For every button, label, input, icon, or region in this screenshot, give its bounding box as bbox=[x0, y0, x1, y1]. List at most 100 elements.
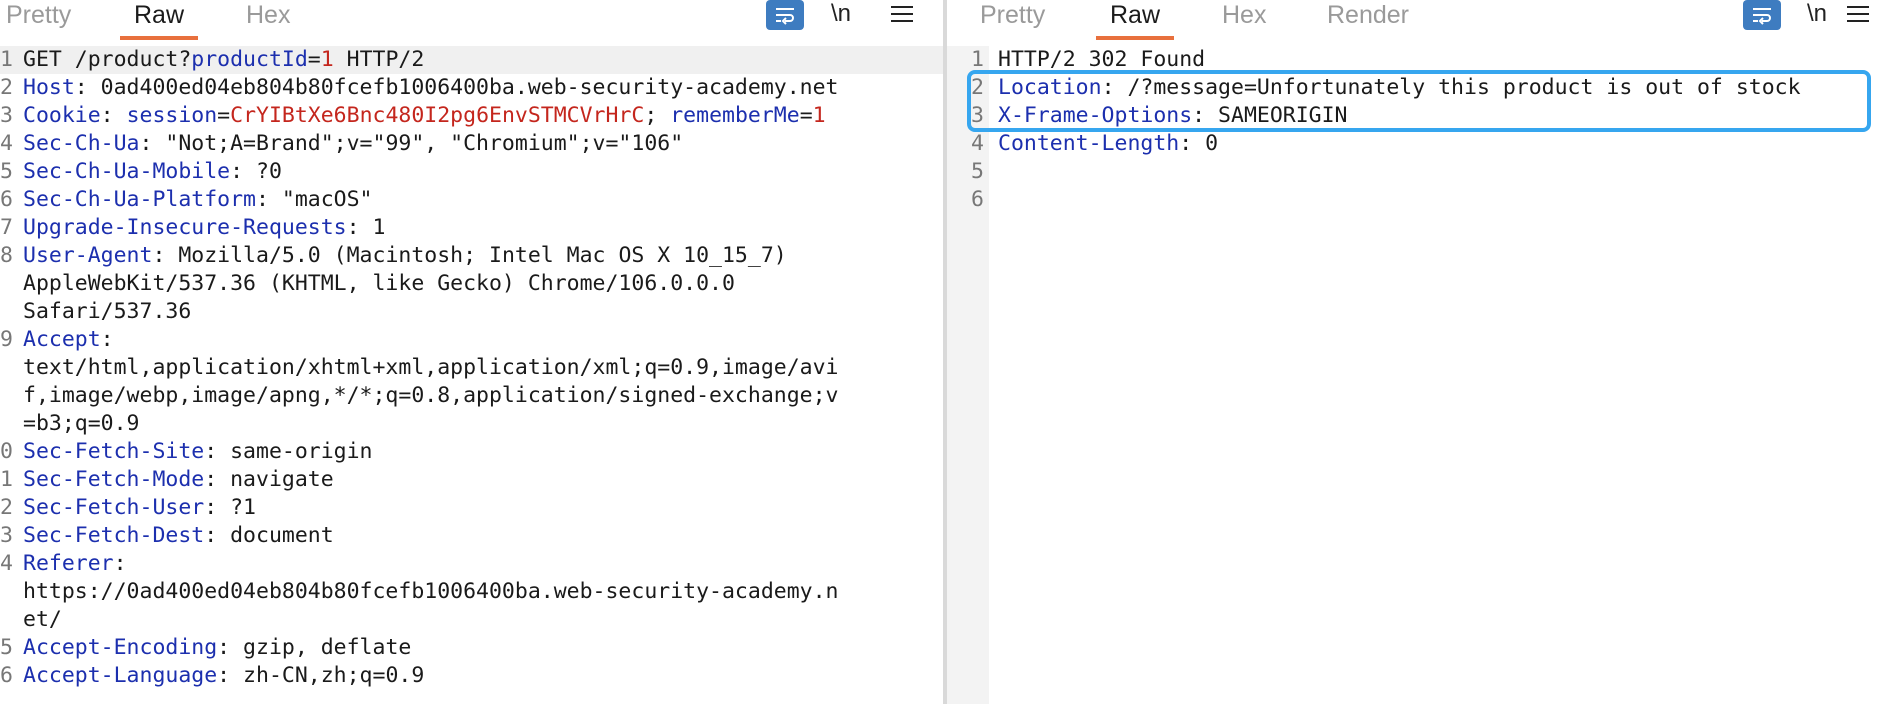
code-line: 4 Sec-Ch-Ua: "Not;A=Brand";v="99", "Chrom… bbox=[0, 130, 943, 158]
response-editor[interactable]: 1 HTTP/2 302 Found 2 Location: /?message=Un… bbox=[947, 46, 1878, 704]
code-line: 4 Referer: bbox=[0, 550, 943, 578]
token-text: = bbox=[799, 103, 813, 128]
token-name: Accept-Language bbox=[23, 663, 218, 688]
hamburger-menu-icon[interactable] bbox=[1847, 6, 1869, 24]
code-line: 3 Sec-Fetch-Dest: document bbox=[0, 522, 943, 550]
token-name: Accept bbox=[23, 327, 101, 352]
token-name: Sec-Ch-Ua-Platform bbox=[23, 187, 256, 212]
line-text: Host: 0ad400ed04eb804b80fcefb1006400ba.w… bbox=[23, 74, 838, 102]
line-number: 5 bbox=[971, 159, 984, 184]
line-text: User-Agent: Mozilla/5.0 (Macintosh; Inte… bbox=[23, 242, 787, 270]
code-line: 9 Accept: bbox=[0, 326, 943, 354]
line-text: Content-Length: 0 bbox=[998, 130, 1218, 158]
token-value: 1 bbox=[812, 103, 826, 128]
token-name: Sec-Fetch-Dest bbox=[23, 523, 205, 548]
token-text: GET /product? bbox=[23, 47, 192, 72]
code-line: 5 Accept-Encoding: gzip, deflate bbox=[0, 634, 943, 662]
response-tab-raw[interactable]: Raw bbox=[1095, 0, 1175, 40]
token-name: session bbox=[126, 103, 218, 128]
token-name: Upgrade-Insecure-Requests bbox=[23, 215, 347, 240]
code-line: 0 Sec-Fetch-Site: same-origin bbox=[0, 438, 943, 466]
wrap-lines-icon bbox=[776, 8, 794, 25]
code-line: 5 bbox=[947, 158, 1878, 186]
response-tab-render[interactable]: Render bbox=[1327, 0, 1409, 40]
response-tab-hex[interactable]: Hex bbox=[1222, 0, 1266, 40]
token-text: : ?0 bbox=[230, 159, 282, 184]
line-text: Accept-Encoding: gzip, deflate bbox=[23, 634, 411, 662]
token-text: f,image/webp,image/apng,*/*;q=0.8,applic… bbox=[23, 383, 839, 408]
line-text: Sec-Fetch-Dest: document bbox=[23, 522, 334, 550]
code-line: f,image/webp,image/apng,*/*;q=0.8,applic… bbox=[0, 382, 943, 410]
line-text: Sec-Ch-Ua-Platform: "macOS" bbox=[23, 186, 373, 214]
token-value: 1 bbox=[320, 47, 334, 72]
request-pane: Pretty Raw Hex \n 1 GET /product?productI… bbox=[0, 0, 943, 704]
code-line: 4 Content-Length: 0 bbox=[947, 130, 1878, 158]
request-tab-bar: Pretty Raw Hex \n bbox=[0, 0, 943, 40]
code-line: 7 Upgrade-Insecure-Requests: 1 bbox=[0, 214, 943, 242]
token-text: : bbox=[100, 327, 114, 352]
line-text: f,image/webp,image/apng,*/*;q=0.8,applic… bbox=[23, 382, 838, 410]
token-name: rememberMe bbox=[670, 103, 800, 128]
code-line: 5 Sec-Ch-Ua-Mobile: ?0 bbox=[0, 158, 943, 186]
line-number: 5 bbox=[0, 159, 13, 184]
token-value: CrYIBtXe6Bnc480I2pg6EnvSTMCVrHrC bbox=[230, 103, 645, 128]
token-text: : navigate bbox=[204, 467, 334, 492]
hamburger-menu-icon[interactable] bbox=[891, 6, 913, 24]
token-text: : ?1 bbox=[204, 495, 256, 520]
line-text: Sec-Fetch-User: ?1 bbox=[23, 494, 256, 522]
token-name: Content-Length bbox=[998, 131, 1180, 156]
line-number: 2 bbox=[0, 495, 13, 520]
line-text: Referer: bbox=[23, 550, 127, 578]
line-text: Sec-Fetch-Mode: navigate bbox=[23, 466, 334, 494]
token-text: AppleWebKit/537.36 (KHTML, like Gecko) C… bbox=[23, 271, 735, 296]
line-text: Accept-Language: zh-CN,zh;q=0.9 bbox=[23, 662, 424, 690]
token-text: : "macOS" bbox=[256, 187, 373, 212]
token-text: : bbox=[113, 551, 127, 576]
line-number: 9 bbox=[0, 327, 13, 352]
line-number: 4 bbox=[0, 551, 13, 576]
line-number: 3 bbox=[0, 523, 13, 548]
response-show-newlines-button[interactable]: \n bbox=[1807, 0, 1827, 30]
line-number: 5 bbox=[0, 635, 13, 660]
token-text: : same-origin bbox=[204, 439, 373, 464]
code-line: 6 Sec-Ch-Ua-Platform: "macOS" bbox=[0, 186, 943, 214]
line-number: 2 bbox=[0, 75, 13, 100]
token-text: : gzip, deflate bbox=[217, 635, 412, 660]
token-text: =b3;q=0.9 bbox=[23, 411, 140, 436]
token-text: ; bbox=[644, 103, 671, 128]
line-number: 6 bbox=[0, 187, 13, 212]
annotation-highlight-box bbox=[967, 70, 1871, 132]
line-text: Safari/537.36 bbox=[23, 298, 191, 326]
token-text: : document bbox=[204, 523, 334, 548]
request-tab-raw[interactable]: Raw bbox=[119, 0, 199, 40]
request-tab-hex[interactable]: Hex bbox=[246, 0, 290, 40]
line-text: =b3;q=0.9 bbox=[23, 410, 140, 438]
response-tab-pretty[interactable]: Pretty bbox=[980, 0, 1045, 40]
token-name: productId bbox=[191, 47, 308, 72]
code-line: 2 Sec-Fetch-User: ?1 bbox=[0, 494, 943, 522]
line-number: 0 bbox=[0, 439, 13, 464]
line-text: Upgrade-Insecure-Requests: 1 bbox=[23, 214, 385, 242]
line-text: Sec-Fetch-Site: same-origin bbox=[23, 438, 373, 466]
line-number: 1 bbox=[0, 467, 13, 492]
request-editor[interactable]: 1 GET /product?productId=1 HTTP/2 2 Host: 0… bbox=[0, 46, 943, 704]
token-name: Accept-Encoding bbox=[23, 635, 218, 660]
line-text: et/ bbox=[23, 606, 62, 634]
token-text: : bbox=[100, 103, 127, 128]
code-line: 6 Accept-Language: zh-CN,zh;q=0.9 bbox=[0, 662, 943, 690]
line-number: 1 bbox=[0, 47, 13, 72]
response-wrap-lines-button[interactable] bbox=[1743, 0, 1781, 30]
token-text: text/html,application/xhtml+xml,applicat… bbox=[23, 355, 839, 380]
code-line: 6 bbox=[947, 186, 1878, 214]
token-name: Sec-Fetch-Site bbox=[23, 439, 205, 464]
token-name: Host bbox=[23, 75, 75, 100]
line-text: Sec-Ch-Ua-Mobile: ?0 bbox=[23, 158, 282, 186]
wrap-lines-button[interactable] bbox=[766, 0, 804, 30]
request-tab-pretty[interactable]: Pretty bbox=[6, 0, 71, 40]
token-text: HTTP/2 bbox=[333, 47, 425, 72]
line-text: AppleWebKit/537.36 (KHTML, like Gecko) C… bbox=[23, 270, 735, 298]
show-newlines-button[interactable]: \n bbox=[831, 0, 851, 30]
line-text: Cookie: session=CrYIBtXe6Bnc480I2pg6EnvS… bbox=[23, 102, 826, 130]
token-name: Sec-Fetch-User bbox=[23, 495, 205, 520]
token-text: : Mozilla/5.0 (Macintosh; Intel Mac OS X… bbox=[152, 243, 787, 268]
